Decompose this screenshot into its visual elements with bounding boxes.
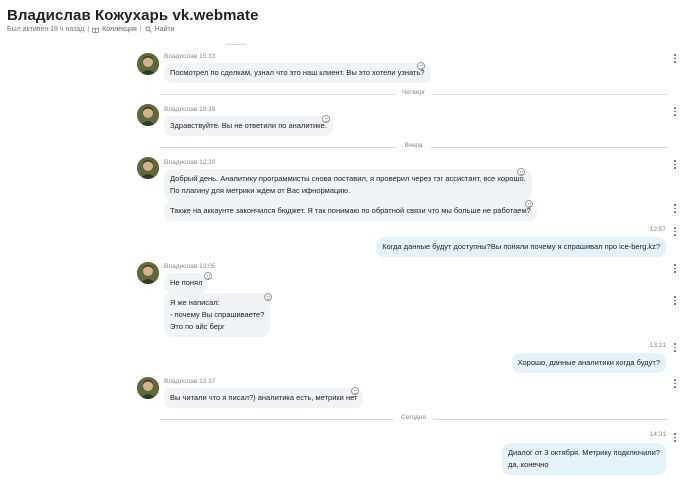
- message-author: Владислав 19:39: [164, 106, 216, 113]
- more-vertical-icon[interactable]: [672, 160, 678, 170]
- avatar[interactable]: [137, 53, 159, 75]
- smile-icon[interactable]: [525, 200, 533, 208]
- last-seen-status: Был активен 19 ч назад: [7, 26, 85, 33]
- separator: |: [87, 26, 90, 33]
- message-bubble: Вы читали что я писал?) аналитика есть, …: [164, 388, 364, 408]
- message-time: 13:21: [649, 342, 666, 349]
- message-text: Не понял: [170, 278, 203, 287]
- book-icon: [92, 27, 100, 33]
- message-bubble: Я же написал: - почему Вы спрашиваете? Э…: [164, 293, 271, 337]
- avatar[interactable]: [137, 262, 159, 284]
- more-vertical-icon[interactable]: [672, 264, 678, 274]
- message-time: 14:31: [649, 431, 666, 438]
- avatar[interactable]: [137, 157, 159, 179]
- message-text: По плагину для метрики ждем от Вас ифнор…: [170, 186, 351, 195]
- chat-subtitle: Был активен 19 ч назад | Коллекция | Най…: [7, 26, 175, 33]
- message-text: Хорошо, данные аналитики когда будут?: [517, 358, 660, 367]
- separator: |: [139, 26, 142, 33]
- more-vertical-icon[interactable]: [672, 379, 678, 389]
- message-text: - почему Вы спрашиваете?: [170, 310, 265, 319]
- find-label: Найти: [154, 26, 175, 33]
- more-vertical-icon[interactable]: [672, 54, 678, 64]
- message-text: Это по айс берг: [170, 322, 225, 331]
- message-text: Здравствуйте. Вы не ответили по аналитик…: [170, 121, 327, 130]
- message-author: Владислав 12:30: [164, 159, 216, 166]
- more-vertical-icon[interactable]: [672, 343, 678, 353]
- avatar[interactable]: [137, 377, 159, 399]
- date-divider: Вчера: [160, 142, 667, 152]
- search-icon: [145, 26, 152, 33]
- message-text: Посмотрел по сделкам, узнал что это наш …: [170, 68, 425, 77]
- more-vertical-icon[interactable]: [672, 204, 678, 214]
- collection-label: Коллекция: [102, 26, 137, 33]
- smile-icon[interactable]: [517, 168, 525, 176]
- date-divider: Сегодня: [160, 414, 667, 424]
- message-text: Также на аккаунте закончился бюджет. Я т…: [170, 206, 531, 215]
- smile-icon[interactable]: [417, 62, 425, 70]
- smile-icon[interactable]: [322, 115, 330, 123]
- date-divider: Четверг: [160, 89, 667, 99]
- message-bubble: Добрый день. Аналитику программисты снов…: [164, 169, 532, 201]
- chat-header: Владислав Кожухарь vk.webmate Был активе…: [0, 0, 700, 48]
- smile-icon[interactable]: [351, 387, 359, 395]
- message-text: Добрый день. Аналитику программисты снов…: [170, 174, 526, 183]
- find-link[interactable]: Найти: [145, 26, 175, 33]
- collection-link[interactable]: Коллекция: [92, 26, 137, 33]
- smile-icon[interactable]: [204, 272, 212, 280]
- message-bubble-outgoing: Хорошо, данные аналитики когда будут?: [511, 353, 666, 373]
- chat-title: Владислав Кожухарь vk.webmate: [7, 7, 259, 24]
- avatar[interactable]: [137, 104, 159, 126]
- scroll-top-line: [160, 39, 667, 49]
- message-bubble: Не понял: [164, 273, 209, 293]
- more-vertical-icon[interactable]: [672, 227, 678, 237]
- message-text: Диалог от 3 октября. Метрику подключили?: [507, 448, 660, 457]
- message-time: 12:57: [649, 226, 666, 233]
- message-bubble: Также на аккаунте закончился бюджет. Я т…: [164, 201, 537, 221]
- smile-icon[interactable]: [264, 293, 272, 301]
- message-author: Владислав 13:05: [164, 263, 216, 270]
- message-text: Вы читали что я писал?) аналитика есть, …: [170, 393, 358, 402]
- more-vertical-icon[interactable]: [672, 107, 678, 117]
- message-text: Я же написал:: [170, 298, 220, 307]
- message-author: Владислав 15:33: [164, 53, 216, 60]
- message-text: Когда данные будут доступны?Вы поняли по…: [382, 242, 660, 251]
- more-vertical-icon[interactable]: [672, 296, 678, 306]
- message-author: Владислав 13:37: [164, 378, 216, 385]
- message-bubble: Посмотрел по сделкам, узнал что это наш …: [164, 63, 431, 83]
- message-bubble-outgoing: Диалог от 3 октября. Метрику подключили?…: [501, 443, 666, 475]
- more-vertical-icon[interactable]: [672, 433, 678, 443]
- message-bubble: Здравствуйте. Вы не ответили по аналитик…: [164, 116, 333, 136]
- message-text: да, конечно: [507, 460, 549, 469]
- message-bubble-outgoing: Когда данные будут доступны?Вы поняли по…: [376, 237, 666, 257]
